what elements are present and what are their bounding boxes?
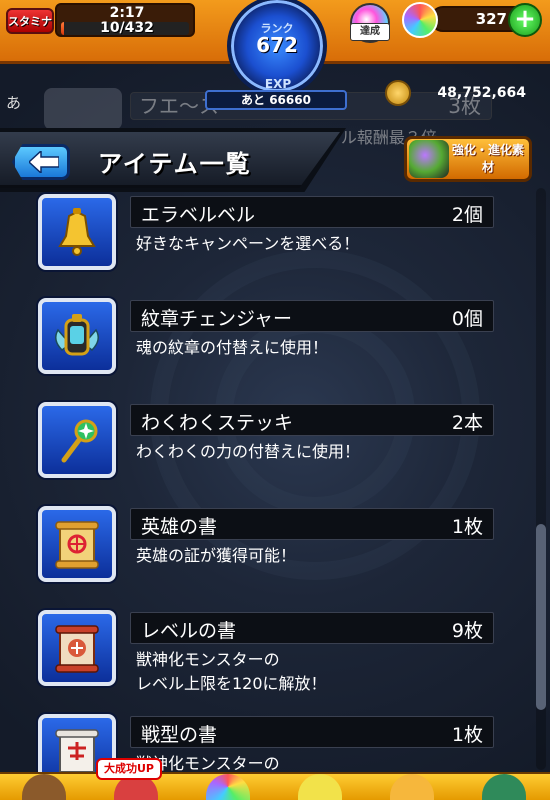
stamina-meter[interactable]: 2:17 10/432 [55,3,195,37]
list-item[interactable]: エラベルベル 2個 好きなキャンペーンを選べる！ [36,194,496,290]
gacha-orb-icon [206,774,250,800]
item-description: わくわくの力の付替えに使用！ [136,440,496,464]
item-name-bar: 戦型の書 1枚 [130,716,494,748]
promo-badge: 大成功UP [96,758,162,780]
list-item[interactable]: 紋章チェンジャー 0個 魂の紋章の付替えに使用！ [36,298,496,394]
item-name-bar: わくわくステッキ 2本 [130,404,494,436]
nav-home[interactable] [0,772,88,800]
evolve-materials-button[interactable]: 強化・進化素材 [404,136,532,182]
buy-orbs-button[interactable]: + [508,3,542,37]
stamina-timer: 2:17 [109,5,145,21]
list-item[interactable]: わくわくステッキ 2本 わくわくの力の付替えに使用！ [36,402,496,498]
orb-icon [402,2,438,38]
exp-label: EXP [264,77,292,91]
friends-icon [390,774,434,800]
item-name-bar: エラベルベル 2個 [130,196,494,228]
scrollbar[interactable] [536,188,546,770]
item-name-bar: レベルの書 9枚 [130,612,494,644]
evolve-materials-label: 強化・進化素材 [451,143,524,174]
achievement-label: 達成 [350,23,390,41]
level-scroll-icon [38,610,116,686]
home-icon [22,774,66,800]
item-count: 9枚 [451,620,483,642]
nav-gacha[interactable] [184,772,272,800]
side-label: あ [6,94,22,112]
exp-remaining: あと 66660 [205,90,347,110]
bell-icon [38,194,116,270]
item-name: 英雄の書 [141,516,218,538]
gold-coin-icon [385,80,411,106]
list-item[interactable]: レベルの書 9枚 獣神化モンスターの レベル上限を120に解放！ [36,610,496,710]
item-name: レベルの書 [141,620,237,642]
ghost-item-icon [44,88,122,130]
nav-monster[interactable] [276,772,364,800]
item-description: 好きなキャンペーンを選べる！ [136,232,496,256]
item-description-line: 英雄の証が獲得可能！ [136,546,297,565]
monster-icon [409,140,449,178]
item-name-bar: 紋章チェンジャー 0個 [130,300,494,332]
scrollbar-thumb[interactable] [536,524,546,710]
item-count: 1枚 [451,724,483,746]
hero-scroll-icon [38,506,116,582]
item-description-line: 魂の紋章の付替えに使用！ [136,338,329,357]
stamina-label: スタミナ [8,15,52,28]
item-description-line: レベル上限を120に解放！ [136,674,327,693]
item-name: エラベルベル [141,204,256,226]
item-count: 2本 [451,412,483,434]
item-count: 0個 [451,308,483,330]
item-description-line: わくわくの力の付替えに使用！ [136,442,361,461]
item-name-bar: 英雄の書 1枚 [130,508,494,540]
item-description: 魂の紋章の付替えに使用！ [136,336,496,360]
item-description: 獣神化モンスターの レベル上限を120に解放！ [136,648,496,696]
page-title: アイテム一覧 [98,150,252,178]
stamina-icon: スタミナ [6,8,54,34]
item-count: 1枚 [451,516,483,538]
wand-icon [38,402,116,478]
nav-friends[interactable] [368,772,456,800]
back-button[interactable] [12,144,70,180]
item-name: 紋章チェンジャー [141,308,293,330]
list-item[interactable]: 英雄の書 1枚 英雄の証が獲得可能！ [36,506,496,602]
item-description-line: 好きなキャンペーンを選べる！ [136,234,360,253]
back-arrow-icon [29,151,59,173]
rank-value: 672 [256,33,298,57]
stamina-value: 10/432 [100,20,154,36]
nav-other[interactable] [460,772,548,800]
other-menu-icon [482,774,526,800]
item-description-line: 獣神化モンスターの [136,650,280,669]
emblem-changer-icon [38,298,116,374]
orb-count: 327 [475,10,507,28]
item-description: 英雄の証が獲得可能！ [136,544,496,568]
item-count: 2個 [451,204,483,226]
monster-nav-icon [298,774,342,800]
item-name: わくわくステッキ [141,412,294,434]
gold-value: 48,752,664 [437,85,526,101]
item-name: 戦型の書 [141,724,218,746]
